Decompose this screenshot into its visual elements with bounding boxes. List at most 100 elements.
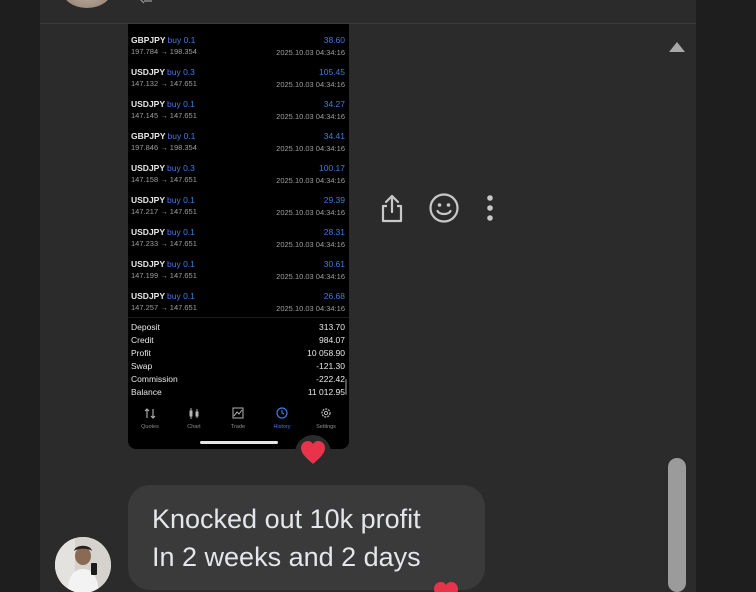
trade-prices: 197.784 → 198.354 xyxy=(131,47,197,56)
scroll-up-button[interactable] xyxy=(667,40,687,54)
trade-time: 2025.10.03 04:34:16 xyxy=(276,272,345,281)
share-button[interactable] xyxy=(375,190,409,226)
shared-screenshot-image[interactable]: GBPJPY buy 0.1 197.784 → 198.354 38.60 2025.… xyxy=(128,24,349,449)
summary-row: Commission -222.42 xyxy=(128,373,349,386)
trade-side: buy 0.3 xyxy=(167,67,195,77)
message-actions xyxy=(375,190,493,226)
trade-symbol: USDJPY buy 0.1 xyxy=(131,99,195,109)
heart-reaction-partial[interactable] xyxy=(432,580,460,592)
message-line-2: In 2 weeks and 2 days xyxy=(152,542,421,572)
message-line-1: Knocked out 10k profit xyxy=(152,504,421,534)
trade-side: buy 0.1 xyxy=(167,131,196,141)
more-options-button[interactable] xyxy=(482,190,498,226)
symbol-text: USDJPY xyxy=(131,291,166,301)
trade-profit: 29.39 xyxy=(323,195,345,205)
trade-time: 2025.10.03 04:34:16 xyxy=(276,304,345,313)
trade-time: 2025.10.03 04:34:16 xyxy=(276,112,345,121)
trade-profit: 100.17 xyxy=(319,163,345,173)
share-icon xyxy=(381,194,403,223)
trade-side: buy 0.1 xyxy=(167,195,195,205)
app-tab-bar: Quotes Chart Trade History Settings xyxy=(128,403,349,433)
trade-symbol: GBPJPY buy 0.1 xyxy=(131,131,195,141)
heart-icon xyxy=(434,582,458,592)
trade-icon xyxy=(216,406,260,422)
trade-prices: 147.257 → 147.651 xyxy=(131,303,197,312)
trade-symbol: USDJPY buy 0.1 xyxy=(131,227,195,237)
symbol-text: USDJPY xyxy=(131,259,166,269)
trade-row: USDJPY buy 0.1 147.233 → 147.651 28.31 2025.… xyxy=(128,221,349,253)
trade-time: 2025.10.03 04:34:16 xyxy=(276,48,345,57)
trade-row: USDJPY buy 0.1 147.257 → 147.651 26.68 2025.… xyxy=(128,285,349,317)
trade-symbol: USDJPY buy 0.3 xyxy=(131,67,195,77)
triangle-up-icon xyxy=(669,42,685,52)
trade-prices: 147.233 → 147.651 xyxy=(131,239,197,248)
trade-prices: 147.199 → 147.651 xyxy=(131,271,197,280)
settings-icon xyxy=(304,406,348,422)
symbol-text: USDJPY xyxy=(131,227,166,237)
summary-value: 11 012.95 xyxy=(307,387,345,397)
trade-symbol: USDJPY buy 0.1 xyxy=(131,259,195,269)
sender-avatar[interactable] xyxy=(55,537,111,592)
seen-icon xyxy=(136,0,158,8)
trade-side: buy 0.1 xyxy=(167,227,195,237)
trade-row: USDJPY buy 0.1 147.145 → 147.651 34.27 2025.… xyxy=(128,93,349,125)
tab-settings[interactable]: Settings xyxy=(304,403,348,433)
trade-profit: 105.45 xyxy=(319,67,345,77)
trade-prices: 147.145 → 147.651 xyxy=(131,111,197,120)
trade-prices: 147.132 → 147.651 xyxy=(131,79,197,88)
trade-symbol: USDJPY buy 0.3 xyxy=(131,163,195,173)
trade-row: GBPJPY buy 0.1 197.784 → 198.354 38.60 2025.… xyxy=(128,29,349,61)
trade-side: buy 0.1 xyxy=(167,259,195,269)
heart-reaction-badge[interactable] xyxy=(295,435,331,471)
summary-label: Balance xyxy=(131,387,162,397)
summary-value: 984.07 xyxy=(319,335,345,345)
tab-label: Trade xyxy=(230,424,246,430)
tab-history[interactable]: History xyxy=(260,403,304,433)
more-vertical-icon xyxy=(487,195,493,221)
trade-row: USDJPY buy 0.3 147.158 → 147.651 100.17 2025… xyxy=(128,157,349,189)
trade-side: buy 0.3 xyxy=(167,163,195,173)
symbol-text: USDJPY xyxy=(131,195,166,205)
trade-side: buy 0.1 xyxy=(167,291,195,301)
trade-row: GBPJPY buy 0.1 197.846 → 198.354 34.41 2025.… xyxy=(128,125,349,157)
summary-label: Commission xyxy=(131,374,178,384)
trade-row: USDJPY buy 0.1 147.217 → 147.651 29.39 2025.… xyxy=(128,189,349,221)
symbol-text: GBPJPY xyxy=(131,131,166,141)
chat-panel: GBPJPY buy 0.1 197.784 → 198.354 38.60 2025.… xyxy=(40,0,696,592)
tab-chart[interactable]: Chart xyxy=(172,403,216,433)
trade-time: 2025.10.03 04:34:16 xyxy=(276,240,345,249)
trade-profit: 30.61 xyxy=(323,259,345,269)
summary-label: Swap xyxy=(131,361,153,371)
scrollbar-thumb[interactable] xyxy=(668,458,686,592)
trade-symbol: GBPJPY buy 0.1 xyxy=(131,35,195,45)
tab-label: Chart xyxy=(187,424,201,430)
tab-label: Settings xyxy=(316,424,336,430)
trade-time: 2025.10.03 04:34:16 xyxy=(276,80,345,89)
sender-avatar-top[interactable] xyxy=(62,0,112,8)
trade-row: USDJPY buy 0.3 147.132 → 147.651 105.45 2025… xyxy=(128,61,349,93)
trade-prices: 147.217 → 147.651 xyxy=(131,207,197,216)
tab-trade[interactable]: Trade xyxy=(216,403,260,433)
trade-symbol: USDJPY buy 0.1 xyxy=(131,195,195,205)
react-button[interactable] xyxy=(427,190,461,226)
trade-row: USDJPY buy 0.1 147.199 → 147.651 30.61 2025.… xyxy=(128,253,349,285)
summary-label: Profit xyxy=(131,348,151,358)
symbol-text: USDJPY xyxy=(131,67,166,77)
summary-row: Credit 984.07 xyxy=(128,334,349,347)
home-indicator xyxy=(200,441,278,444)
symbol-text: GBPJPY xyxy=(131,35,166,45)
trade-side: buy 0.1 xyxy=(167,99,195,109)
trade-time: 2025.10.03 04:34:16 xyxy=(276,144,345,153)
tab-quotes[interactable]: Quotes xyxy=(128,403,172,433)
trade-time: 2025.10.03 04:34:16 xyxy=(276,176,345,185)
summary-row: Swap -121.30 xyxy=(128,360,349,373)
list-divider xyxy=(128,317,349,318)
message-bubble[interactable]: Knocked out 10k profit In 2 weeks and 2 … xyxy=(128,485,485,590)
trade-prices: 147.158 → 147.651 xyxy=(131,175,197,184)
summary-row: Balance 11 012.95 xyxy=(128,386,349,399)
chart-icon xyxy=(172,406,216,422)
trade-symbol: USDJPY buy 0.1 xyxy=(131,291,195,301)
tab-label: Quotes xyxy=(141,424,159,430)
inner-scroll-indicator xyxy=(345,379,347,395)
left-gutter xyxy=(0,0,40,592)
